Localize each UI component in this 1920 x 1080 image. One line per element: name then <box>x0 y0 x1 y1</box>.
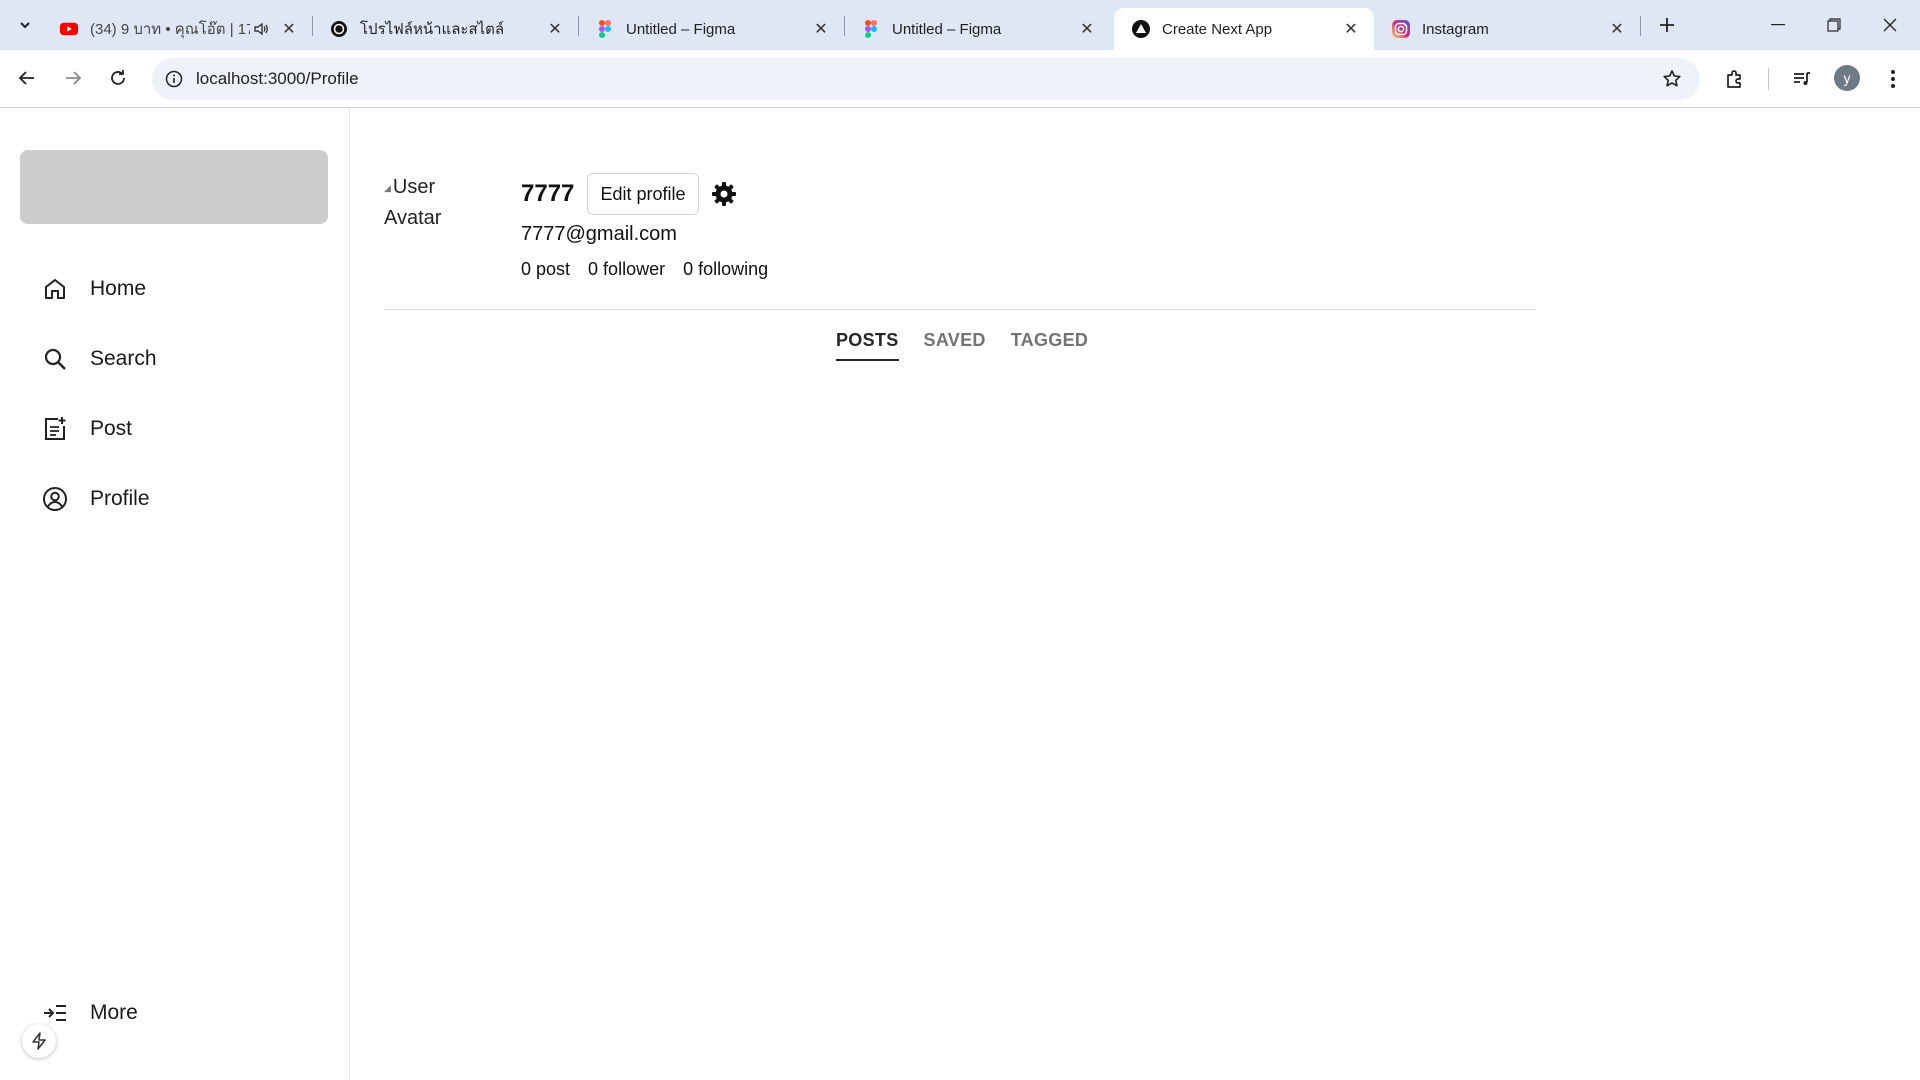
close-icon <box>1883 18 1897 32</box>
search-icon <box>40 344 70 374</box>
figma-icon <box>862 20 880 38</box>
browser-tab[interactable]: (34) 9 บาท • คุณโอ๊ต | 17 ✕ <box>42 8 312 50</box>
forward-button[interactable] <box>56 61 90 95</box>
sidebar-more-button[interactable]: More <box>40 993 138 1033</box>
figma-icon <box>596 20 614 38</box>
tab-separator <box>1640 16 1641 36</box>
tab-close-icon[interactable]: ✕ <box>810 18 832 40</box>
tab-title: Instagram <box>1422 20 1489 38</box>
tab-title: Untitled – Figma <box>892 20 1002 38</box>
sidebar-item-label: Home <box>90 277 147 300</box>
profile-email: 7777@gmail.com <box>521 223 677 245</box>
sidebar-item-post[interactable]: Post <box>40 409 132 449</box>
tab-close-icon[interactable]: ✕ <box>278 18 300 40</box>
browser-tab-active[interactable]: Create Next App ✕ <box>1114 8 1374 50</box>
profile-divider <box>384 309 1536 310</box>
tab-posts[interactable]: POSTS <box>836 330 899 361</box>
tab-search-button[interactable] <box>10 10 40 40</box>
close-window-button[interactable] <box>1862 0 1918 50</box>
restore-icon <box>1827 18 1841 32</box>
more-vert-icon <box>1891 70 1895 88</box>
tab-close-icon[interactable]: ✕ <box>1076 18 1098 40</box>
browser-tab[interactable]: Untitled – Figma ✕ <box>578 8 844 50</box>
tab-title: Create Next App <box>1162 20 1273 38</box>
tab-close-icon[interactable]: ✕ <box>1606 18 1628 40</box>
browser-tab[interactable]: Untitled – Figma ✕ <box>844 8 1110 50</box>
bookmark-star-icon[interactable] <box>1660 67 1684 91</box>
tab-close-icon[interactable]: ✕ <box>1340 18 1362 40</box>
browser-toolbar: localhost:3000/Profile y <box>0 50 1920 108</box>
openai-icon <box>330 20 348 38</box>
reload-button[interactable] <box>101 61 135 95</box>
url-text[interactable]: localhost:3000/Profile <box>196 69 1660 89</box>
arrow-right-icon <box>66 71 82 85</box>
extensions-button[interactable] <box>1720 64 1750 94</box>
address-bar[interactable]: localhost:3000/Profile <box>152 58 1700 100</box>
page: Home Search Post Profile More ◢ User Ava… <box>0 108 1920 1080</box>
sidebar-more-label: More <box>90 1001 138 1024</box>
avatar: ◢ User Avatar <box>384 172 494 233</box>
browser-tab[interactable]: Instagram ✕ <box>1374 8 1640 50</box>
tab-close-icon[interactable]: ✕ <box>544 18 566 40</box>
tab-title: (34) 9 บาท • คุณโอ๊ต | 17 <box>90 21 250 38</box>
sidebar-item-label: Post <box>90 417 133 440</box>
tab-tagged[interactable]: TAGGED <box>1011 330 1088 361</box>
sidebar-item-search[interactable]: Search <box>40 339 157 379</box>
sidebar-item-label: Search <box>90 347 157 370</box>
profile-icon <box>40 484 70 514</box>
profile-tabs: POSTS SAVED TAGGED <box>836 330 1113 361</box>
browser-menu-button[interactable] <box>1878 64 1908 94</box>
restore-button[interactable] <box>1806 0 1862 50</box>
queue-music-icon <box>1794 72 1810 85</box>
back-button[interactable] <box>10 61 44 95</box>
home-icon <box>40 274 70 304</box>
youtube-icon <box>60 20 78 38</box>
menu-open-icon <box>40 998 70 1028</box>
tab-title: Untitled – Figma <box>626 20 736 38</box>
sidebar: Home Search Post Profile More <box>0 108 350 1080</box>
edit-profile-button[interactable]: Edit profile <box>587 173 699 215</box>
tab-title: โปรไฟล์หน้าและสไตล์ <box>360 21 505 38</box>
new-tab-button[interactable] <box>1652 10 1682 40</box>
site-info-icon[interactable] <box>164 69 184 89</box>
logo-placeholder[interactable] <box>20 150 328 224</box>
puzzle-icon <box>1727 70 1741 88</box>
chevron-down-icon <box>20 22 30 29</box>
sidebar-item-label: Profile <box>90 487 150 510</box>
arrow-left-icon <box>18 71 34 85</box>
posts-count[interactable]: 0 post <box>521 259 570 280</box>
following-count[interactable]: 0 following <box>683 259 768 280</box>
plus-icon <box>1660 18 1674 32</box>
browser-tab-strip: (34) 9 บาท • คุณโอ๊ต | 17 ✕ โปรไฟล์หน้าแ… <box>0 0 1920 50</box>
avatar-alt-text: User Avatar <box>384 176 442 229</box>
media-controls-button[interactable] <box>1787 64 1817 94</box>
profile-stats: 0 post 0 follower 0 following <box>521 259 786 280</box>
nextjs-icon <box>1132 20 1150 38</box>
minimize-icon <box>1771 24 1785 26</box>
post-icon <box>40 414 70 444</box>
dev-tools-button[interactable] <box>22 1024 56 1058</box>
sidebar-item-profile[interactable]: Profile <box>40 479 150 519</box>
instagram-icon <box>1392 20 1410 38</box>
toolbar-divider <box>1768 68 1769 90</box>
profile-avatar-button[interactable]: y <box>1834 65 1860 91</box>
profile-main: ◢ User Avatar 7777 Edit profile 7777@gma… <box>350 108 1920 1080</box>
tab-saved[interactable]: SAVED <box>924 330 986 361</box>
lightning-icon <box>32 1032 46 1050</box>
followers-count[interactable]: 0 follower <box>588 259 665 280</box>
broken-image-icon: ◢ <box>384 182 391 193</box>
speaker-icon[interactable] <box>250 18 272 40</box>
gear-icon <box>712 182 736 206</box>
settings-button[interactable] <box>710 180 738 208</box>
sidebar-item-home[interactable]: Home <box>40 269 146 309</box>
browser-tab[interactable]: โปรไฟล์หน้าและสไตล์ ✕ <box>312 8 578 50</box>
profile-username: 7777 <box>521 180 575 207</box>
reload-icon <box>111 70 125 85</box>
minimize-button[interactable] <box>1750 0 1806 50</box>
